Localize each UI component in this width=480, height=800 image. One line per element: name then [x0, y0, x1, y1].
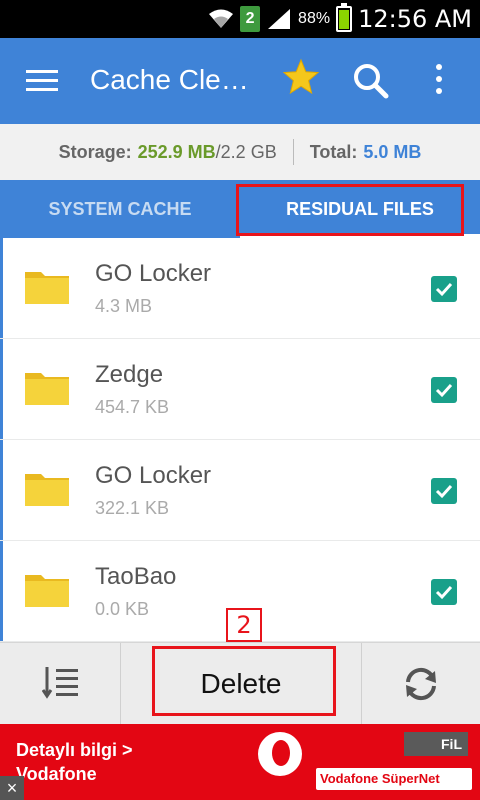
item-name: TaoBao	[95, 563, 177, 590]
menu-icon[interactable]	[26, 70, 58, 92]
annotation-box-tab	[236, 184, 464, 236]
sim-badge: 2	[240, 6, 261, 32]
total-value: 5.0 MB	[363, 141, 422, 162]
folder-icon	[25, 474, 69, 506]
app-bar: Cache Cle…	[0, 38, 480, 124]
toolbar-divider	[361, 643, 362, 725]
status-bar: 2 88% 12:56 AM	[0, 0, 480, 38]
folder-icon	[25, 373, 69, 405]
battery-fill	[339, 9, 350, 29]
item-size: 4.3 MB	[95, 296, 153, 316]
item-name: GO Locker	[95, 462, 212, 489]
item-size: 322.1 KB	[95, 498, 170, 518]
list-item[interactable]: Zedge 454.7 KB	[0, 339, 480, 439]
ad-banner[interactable]: Detaylı bilgi > Vodafone FiL Vodafone Sü…	[0, 724, 480, 800]
residual-file-list: GO Locker 4.3 MB Zedge 454.7 KB GO Locke…	[0, 238, 480, 642]
battery-percent: 88%	[298, 10, 331, 27]
folder-icon	[25, 272, 69, 304]
app-title: Cache Cle…	[90, 64, 249, 95]
item-size: 0.0 KB	[95, 599, 150, 619]
signal-icon	[268, 9, 291, 29]
storage-used: 252.9 MB	[137, 141, 216, 162]
status-time: 12:56 AM	[358, 5, 472, 33]
status-bar-right: 2 88% 12:56 AM	[208, 0, 472, 38]
screen: 2 88% 12:56 AM Cache Cle… Storage: 252.9…	[0, 0, 480, 800]
more-vert-icon[interactable]	[434, 64, 444, 98]
total-label: Total:	[309, 141, 358, 162]
battery-icon	[336, 3, 353, 32]
item-checkbox[interactable]	[431, 579, 457, 605]
storage-divider	[292, 139, 294, 165]
storage-summary: Storage: 252.9 MB /2.2 GB Total: 5.0 MB	[0, 124, 480, 180]
ad-text-line2: Vodafone	[16, 764, 97, 784]
item-checkbox[interactable]	[431, 478, 457, 504]
item-name: Zedge	[95, 361, 164, 388]
ad-text-line1: Detaylı bilgi >	[16, 740, 133, 760]
storage-capacity: /2.2 GB	[215, 141, 277, 162]
item-checkbox[interactable]	[431, 377, 457, 403]
item-name: GO Locker	[95, 260, 212, 287]
supernet-logo: Vodafone SüperNet	[316, 768, 472, 790]
tab-system-cache[interactable]: SYSTEM CACHE	[0, 180, 240, 238]
list-item[interactable]: GO Locker 4.3 MB	[0, 238, 480, 338]
item-checkbox[interactable]	[431, 276, 457, 302]
storage-label: Storage:	[58, 141, 132, 162]
wifi-icon	[209, 9, 234, 28]
annotation-box-delete	[152, 646, 336, 716]
refresh-icon[interactable]	[400, 663, 442, 705]
folder-icon	[25, 575, 69, 607]
ad-close-icon[interactable]: ×	[0, 776, 24, 800]
sort-icon[interactable]	[42, 665, 80, 699]
search-icon[interactable]	[350, 60, 390, 100]
item-size: 454.7 KB	[95, 397, 170, 417]
fil-logo: FiL	[404, 732, 468, 756]
vodafone-logo-icon	[258, 732, 302, 776]
annotation-marker-2: 2	[226, 608, 262, 642]
list-item[interactable]: GO Locker 322.1 KB	[0, 440, 480, 540]
star-icon[interactable]	[282, 58, 320, 96]
